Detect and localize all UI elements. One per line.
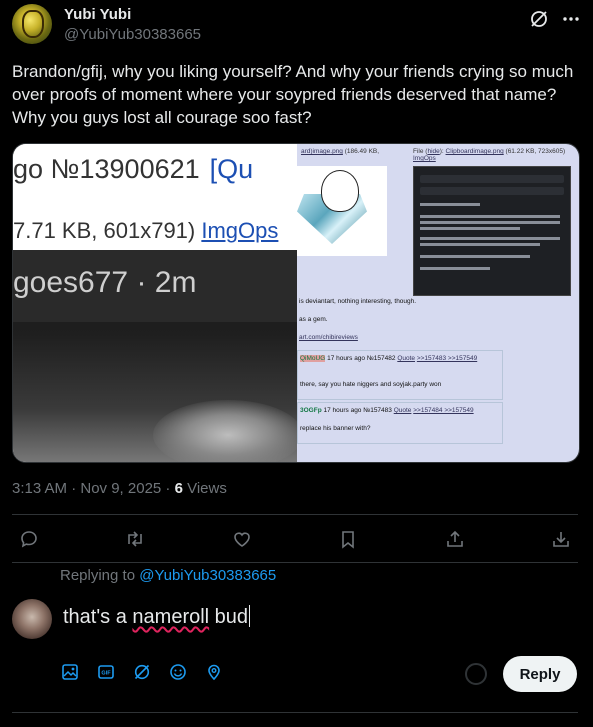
- tweet-media[interactable]: go №13900621 [Qu 7.71 KB, 601x791) ImgOps…: [12, 143, 580, 463]
- post-text-line: as a gem.: [299, 316, 328, 323]
- author-name[interactable]: Yubi Yubi: [64, 6, 131, 23]
- download-icon[interactable]: [550, 528, 572, 550]
- views-count: 6: [174, 480, 183, 497]
- reply-button[interactable]: Reply: [503, 656, 577, 692]
- location-icon[interactable]: [204, 662, 224, 682]
- like-icon[interactable]: [231, 528, 253, 550]
- tweet-timestamp[interactable]: 3:13 AM · Nov 9, 2025 · 6 Views: [12, 480, 227, 497]
- emoji-icon[interactable]: [168, 662, 188, 682]
- file-a-text: ard)image.png (186.49 KB,: [301, 148, 380, 155]
- replying-to-handle[interactable]: @YubiYub30383665: [139, 567, 276, 584]
- grok-icon[interactable]: [528, 8, 550, 30]
- svg-text:GIF: GIF: [101, 671, 111, 677]
- replying-to: Replying to @YubiYub30383665: [60, 567, 277, 584]
- tweet-header: Yubi Yubi @YubiYub30383665: [12, 4, 582, 48]
- misspelled-word[interactable]: nameroll: [132, 606, 209, 628]
- reply-post: QiMoUG 17 hours ago №157482 Quote >>1574…: [297, 350, 503, 400]
- more-icon[interactable]: [560, 8, 582, 30]
- thumbnail-screenshot[interactable]: [413, 166, 571, 296]
- header-actions: [528, 8, 582, 30]
- file-info-text: 7.71 KB, 601x791) ImgOps: [13, 218, 279, 243]
- username-time-text: goes677 · 2m: [13, 266, 197, 299]
- retweet-icon[interactable]: [124, 528, 146, 550]
- text-caret: [249, 605, 251, 627]
- post-text-line: is deviantart, nothing interesting, thou…: [299, 298, 417, 305]
- media-image-left[interactable]: go №13900621 [Qu 7.71 KB, 601x791) ImgOps…: [13, 144, 297, 462]
- gif-icon[interactable]: GIF: [96, 662, 116, 682]
- author-avatar[interactable]: [12, 4, 52, 44]
- media-image-right[interactable]: ard)image.png (186.49 KB, File (hide): C…: [297, 144, 579, 462]
- thumbnail-image[interactable]: [297, 166, 387, 256]
- reply-icon[interactable]: [18, 528, 40, 550]
- post-link-line: art.com/chibireviews: [299, 334, 358, 341]
- divider: [12, 562, 578, 563]
- current-user-avatar[interactable]: [12, 599, 52, 639]
- divider: [12, 712, 578, 713]
- character-count-progress: [465, 663, 487, 685]
- reply-input[interactable]: that's a nameroll bud: [63, 605, 251, 629]
- reply-post: 3OGFp 17 hours ago №157483 Quote >>15748…: [297, 402, 503, 444]
- compose-toolbar: GIF: [60, 662, 224, 682]
- file-b-text: File (hide): Clipboardimage.png (61.22 K…: [413, 148, 566, 162]
- bookmark-icon[interactable]: [337, 528, 359, 550]
- tweet-text: Brandon/gfij, why you liking yourself? A…: [12, 62, 574, 127]
- image-icon[interactable]: [60, 662, 80, 682]
- author-handle[interactable]: @YubiYub30383665: [64, 26, 201, 43]
- grok-icon[interactable]: [132, 662, 152, 682]
- share-icon[interactable]: [444, 528, 466, 550]
- divider: [12, 514, 578, 515]
- post-number-text: go №13900621 [Qu: [13, 154, 254, 184]
- tweet-actions: [12, 526, 578, 552]
